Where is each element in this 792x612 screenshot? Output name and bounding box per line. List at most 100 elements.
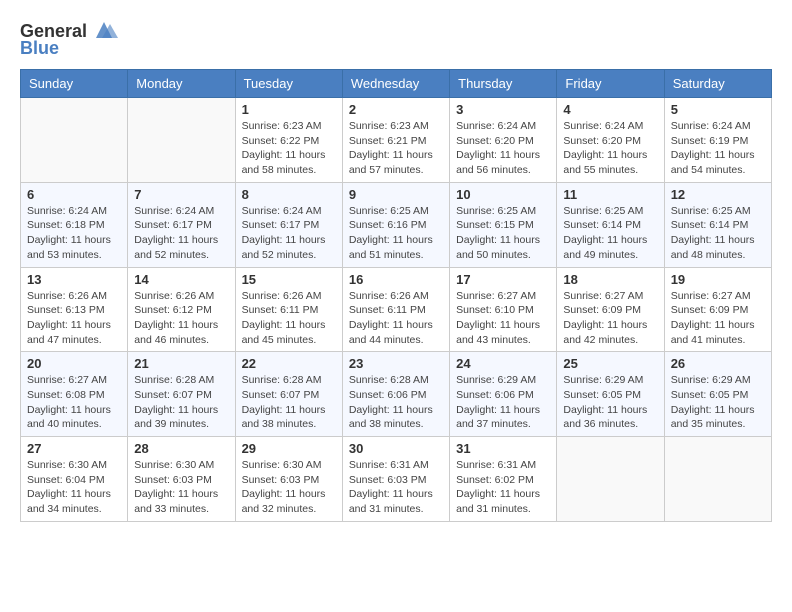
day-info: Sunrise: 6:24 AM Sunset: 6:20 PM Dayligh…: [456, 119, 550, 178]
sunrise: Sunrise: 6:24 AM: [134, 205, 214, 217]
sunset: Sunset: 6:03 PM: [134, 474, 212, 486]
calendar-cell: 9 Sunrise: 6:25 AM Sunset: 6:16 PM Dayli…: [342, 182, 449, 267]
sunrise: Sunrise: 6:25 AM: [671, 205, 751, 217]
calendar-cell: 25 Sunrise: 6:29 AM Sunset: 6:05 PM Dayl…: [557, 352, 664, 437]
day-info: Sunrise: 6:24 AM Sunset: 6:17 PM Dayligh…: [242, 204, 336, 263]
daylight: Daylight: 11 hours and 51 minutes.: [349, 234, 433, 261]
sunrise: Sunrise: 6:27 AM: [27, 374, 107, 386]
calendar-cell: 11 Sunrise: 6:25 AM Sunset: 6:14 PM Dayl…: [557, 182, 664, 267]
day-info: Sunrise: 6:23 AM Sunset: 6:22 PM Dayligh…: [242, 119, 336, 178]
daylight: Daylight: 11 hours and 56 minutes.: [456, 149, 540, 176]
sunset: Sunset: 6:08 PM: [27, 389, 105, 401]
day-number: 28: [134, 441, 228, 456]
sunset: Sunset: 6:05 PM: [671, 389, 749, 401]
calendar-cell: 12 Sunrise: 6:25 AM Sunset: 6:14 PM Dayl…: [664, 182, 771, 267]
daylight: Daylight: 11 hours and 57 minutes.: [349, 149, 433, 176]
daylight: Daylight: 11 hours and 46 minutes.: [134, 319, 218, 346]
sunrise: Sunrise: 6:24 AM: [27, 205, 107, 217]
calendar-cell: 6 Sunrise: 6:24 AM Sunset: 6:18 PM Dayli…: [21, 182, 128, 267]
daylight: Daylight: 11 hours and 43 minutes.: [456, 319, 540, 346]
day-info: Sunrise: 6:26 AM Sunset: 6:11 PM Dayligh…: [349, 289, 443, 348]
day-info: Sunrise: 6:27 AM Sunset: 6:09 PM Dayligh…: [671, 289, 765, 348]
sunrise: Sunrise: 6:30 AM: [134, 459, 214, 471]
day-number: 23: [349, 356, 443, 371]
sunrise: Sunrise: 6:23 AM: [242, 120, 322, 132]
day-info: Sunrise: 6:24 AM Sunset: 6:17 PM Dayligh…: [134, 204, 228, 263]
day-info: Sunrise: 6:30 AM Sunset: 6:04 PM Dayligh…: [27, 458, 121, 517]
sunrise: Sunrise: 6:27 AM: [563, 290, 643, 302]
sunset: Sunset: 6:12 PM: [134, 304, 212, 316]
day-number: 9: [349, 187, 443, 202]
day-number: 13: [27, 272, 121, 287]
daylight: Daylight: 11 hours and 49 minutes.: [563, 234, 647, 261]
day-info: Sunrise: 6:31 AM Sunset: 6:02 PM Dayligh…: [456, 458, 550, 517]
day-info: Sunrise: 6:24 AM Sunset: 6:20 PM Dayligh…: [563, 119, 657, 178]
sunset: Sunset: 6:11 PM: [242, 304, 319, 316]
sunset: Sunset: 6:04 PM: [27, 474, 105, 486]
header-sunday: Sunday: [21, 70, 128, 98]
daylight: Daylight: 11 hours and 53 minutes.: [27, 234, 111, 261]
logo-icon: [90, 20, 118, 42]
sunrise: Sunrise: 6:30 AM: [27, 459, 107, 471]
sunset: Sunset: 6:16 PM: [349, 219, 427, 231]
day-info: Sunrise: 6:27 AM Sunset: 6:09 PM Dayligh…: [563, 289, 657, 348]
calendar-cell: 24 Sunrise: 6:29 AM Sunset: 6:06 PM Dayl…: [450, 352, 557, 437]
week-row-5: 27 Sunrise: 6:30 AM Sunset: 6:04 PM Dayl…: [21, 437, 772, 522]
sunrise: Sunrise: 6:31 AM: [456, 459, 536, 471]
day-number: 4: [563, 102, 657, 117]
daylight: Daylight: 11 hours and 31 minutes.: [456, 488, 540, 515]
sunrise: Sunrise: 6:27 AM: [456, 290, 536, 302]
day-number: 1: [242, 102, 336, 117]
day-number: 26: [671, 356, 765, 371]
sunrise: Sunrise: 6:27 AM: [671, 290, 751, 302]
daylight: Daylight: 11 hours and 44 minutes.: [349, 319, 433, 346]
day-number: 22: [242, 356, 336, 371]
calendar-table: SundayMondayTuesdayWednesdayThursdayFrid…: [20, 69, 772, 522]
logo-blue-text: Blue: [20, 38, 59, 59]
sunrise: Sunrise: 6:24 AM: [671, 120, 751, 132]
daylight: Daylight: 11 hours and 45 minutes.: [242, 319, 326, 346]
daylight: Daylight: 11 hours and 58 minutes.: [242, 149, 326, 176]
sunrise: Sunrise: 6:29 AM: [671, 374, 751, 386]
sunrise: Sunrise: 6:28 AM: [134, 374, 214, 386]
sunrise: Sunrise: 6:28 AM: [349, 374, 429, 386]
calendar-cell: 28 Sunrise: 6:30 AM Sunset: 6:03 PM Dayl…: [128, 437, 235, 522]
week-row-1: 1 Sunrise: 6:23 AM Sunset: 6:22 PM Dayli…: [21, 98, 772, 183]
sunset: Sunset: 6:07 PM: [134, 389, 212, 401]
day-number: 2: [349, 102, 443, 117]
sunset: Sunset: 6:22 PM: [242, 135, 320, 147]
day-number: 25: [563, 356, 657, 371]
week-row-2: 6 Sunrise: 6:24 AM Sunset: 6:18 PM Dayli…: [21, 182, 772, 267]
day-info: Sunrise: 6:29 AM Sunset: 6:05 PM Dayligh…: [671, 373, 765, 432]
day-number: 12: [671, 187, 765, 202]
calendar-cell: 7 Sunrise: 6:24 AM Sunset: 6:17 PM Dayli…: [128, 182, 235, 267]
day-number: 17: [456, 272, 550, 287]
daylight: Daylight: 11 hours and 54 minutes.: [671, 149, 755, 176]
sunrise: Sunrise: 6:24 AM: [456, 120, 536, 132]
calendar-cell: 8 Sunrise: 6:24 AM Sunset: 6:17 PM Dayli…: [235, 182, 342, 267]
week-row-3: 13 Sunrise: 6:26 AM Sunset: 6:13 PM Dayl…: [21, 267, 772, 352]
sunset: Sunset: 6:03 PM: [242, 474, 320, 486]
header-saturday: Saturday: [664, 70, 771, 98]
daylight: Daylight: 11 hours and 52 minutes.: [242, 234, 326, 261]
sunrise: Sunrise: 6:26 AM: [27, 290, 107, 302]
header-monday: Monday: [128, 70, 235, 98]
daylight: Daylight: 11 hours and 36 minutes.: [563, 404, 647, 431]
day-info: Sunrise: 6:25 AM Sunset: 6:14 PM Dayligh…: [563, 204, 657, 263]
sunset: Sunset: 6:11 PM: [349, 304, 426, 316]
calendar-cell: 13 Sunrise: 6:26 AM Sunset: 6:13 PM Dayl…: [21, 267, 128, 352]
week-row-4: 20 Sunrise: 6:27 AM Sunset: 6:08 PM Dayl…: [21, 352, 772, 437]
day-number: 16: [349, 272, 443, 287]
daylight: Daylight: 11 hours and 38 minutes.: [242, 404, 326, 431]
sunset: Sunset: 6:20 PM: [563, 135, 641, 147]
daylight: Daylight: 11 hours and 47 minutes.: [27, 319, 111, 346]
day-number: 21: [134, 356, 228, 371]
sunrise: Sunrise: 6:25 AM: [563, 205, 643, 217]
day-info: Sunrise: 6:29 AM Sunset: 6:05 PM Dayligh…: [563, 373, 657, 432]
daylight: Daylight: 11 hours and 41 minutes.: [671, 319, 755, 346]
daylight: Daylight: 11 hours and 38 minutes.: [349, 404, 433, 431]
day-number: 10: [456, 187, 550, 202]
calendar-cell: 29 Sunrise: 6:30 AM Sunset: 6:03 PM Dayl…: [235, 437, 342, 522]
calendar-cell: 16 Sunrise: 6:26 AM Sunset: 6:11 PM Dayl…: [342, 267, 449, 352]
daylight: Daylight: 11 hours and 40 minutes.: [27, 404, 111, 431]
